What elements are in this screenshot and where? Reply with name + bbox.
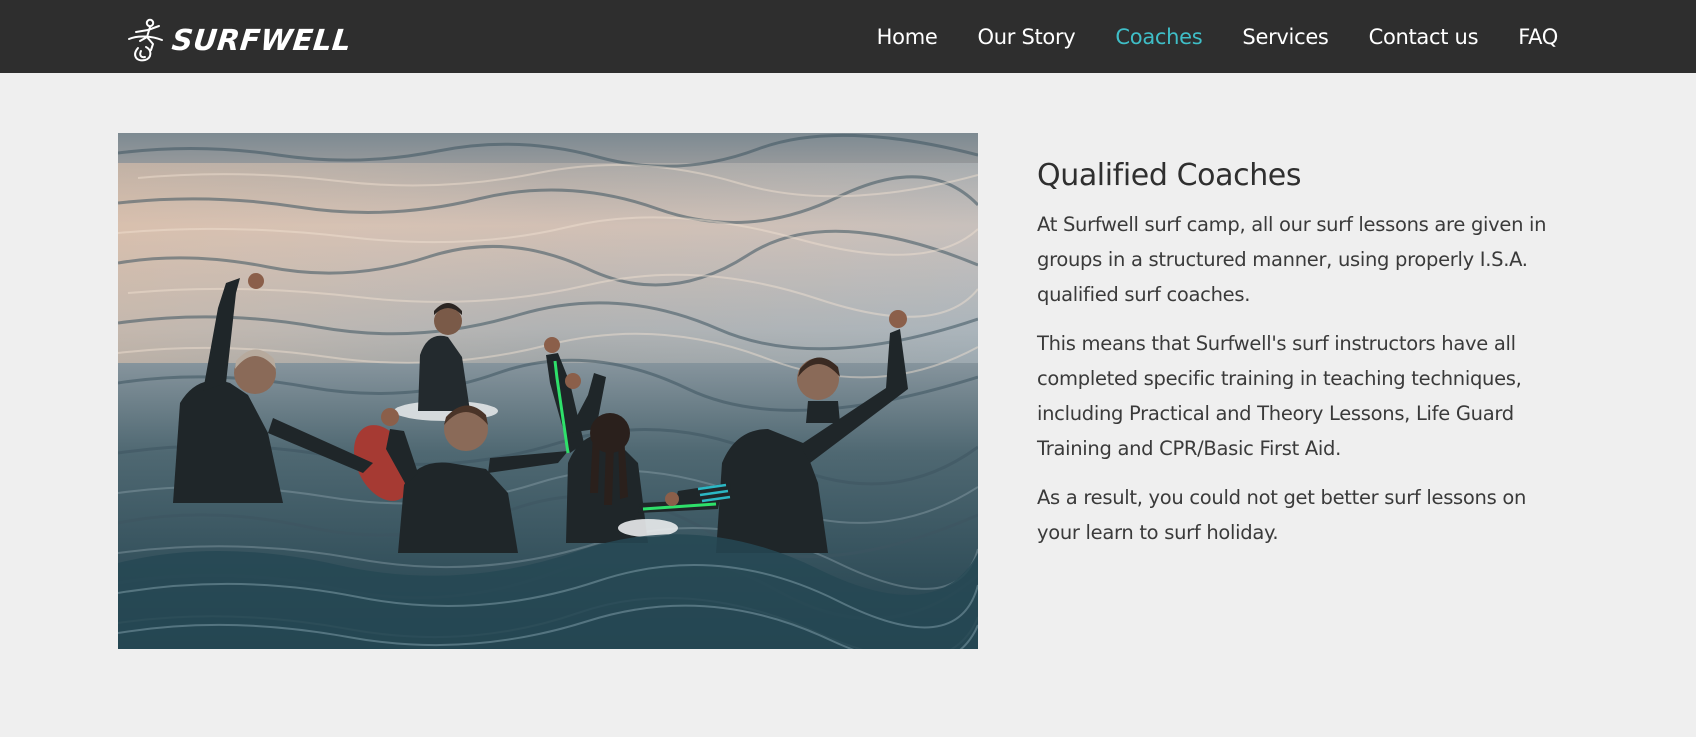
nav-item: Services	[1242, 25, 1328, 49]
nav-item: Coaches	[1115, 25, 1202, 49]
brand-name: SURFWELL	[170, 23, 354, 57]
nav-item: Contact us	[1369, 25, 1479, 49]
nav-link-our-story[interactable]: Our Story	[978, 25, 1076, 49]
nav-link-faq[interactable]: FAQ	[1518, 25, 1558, 49]
paragraph-result: As a result, you could not get better su…	[1037, 486, 1527, 544]
top-navbar: SURFWELL Home Our Story Coaches Services Con…	[0, 0, 1696, 73]
brand-logo-link[interactable]: SURFWELL	[126, 16, 354, 64]
nav-link-home[interactable]: Home	[877, 25, 938, 49]
paragraph-intro: At Surfwell surf camp, all our surf less…	[1037, 213, 1547, 306]
nav-item: Home	[877, 25, 938, 49]
nav-item: Our Story	[978, 25, 1076, 49]
main-nav: Home Our Story Coaches Services Contact us FA…	[877, 0, 1559, 73]
nav-link-contact-us[interactable]: Contact us	[1369, 25, 1479, 49]
coaches-text: Qualified Coaches At Surfwell surf camp,…	[1037, 158, 1557, 564]
section-heading: Qualified Coaches	[1037, 158, 1302, 193]
paragraph-training: This means that Surfwell's surf instruct…	[1037, 332, 1522, 460]
nav-item: FAQ	[1518, 25, 1558, 49]
surfers-photo	[118, 133, 978, 649]
nav-link-coaches[interactable]: Coaches	[1115, 25, 1202, 49]
nav-link-services[interactable]: Services	[1242, 25, 1328, 49]
surfer-logo-icon	[126, 17, 166, 63]
